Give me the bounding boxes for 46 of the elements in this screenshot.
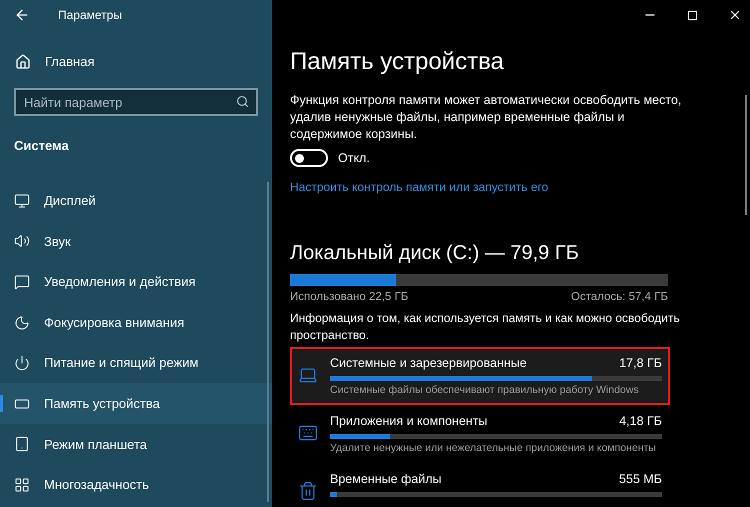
section-heading: Система	[13, 137, 70, 155]
sidebar-item[interactable]: Фокусировка внимания	[0, 302, 272, 343]
message-icon	[14, 274, 30, 290]
category-name: Системные и зарезервированные	[330, 355, 527, 371]
sidebar-item[interactable]: Питание и спящий режим	[0, 342, 272, 384]
storage-category[interactable]: Системные и зарезервированные 17,8 ГБ Системные файлы обеспечивают правильную работу Windows	[290, 347, 670, 405]
grid-icon	[14, 476, 30, 493]
category-size: 17,8 ГБ	[619, 355, 662, 371]
tablet-icon	[14, 436, 30, 452]
free-label: Осталось: 57,4 ГБ	[571, 290, 668, 305]
monitor-icon	[14, 192, 30, 209]
category-name: Временные файлы	[330, 471, 442, 487]
sidebar-item[interactable]: Режим планшета	[0, 424, 272, 465]
sidebar-item[interactable]: Память устройства	[0, 383, 272, 424]
back-button[interactable]	[14, 7, 30, 23]
info-text: Информация о том, как используется память и как можно освободить пространство.	[290, 310, 680, 344]
close-button[interactable]	[728, 8, 742, 22]
power-icon	[14, 355, 30, 372]
category-size: 555 МБ	[619, 471, 662, 487]
sidebar-item[interactable]: Дисплей	[0, 180, 272, 222]
sidebar-item[interactable]: Уведомления и действия	[0, 262, 272, 302]
speaker-icon	[14, 233, 30, 250]
window-title: Параметры	[58, 7, 122, 24]
sidebar-item[interactable]: Звук	[0, 221, 272, 262]
toggle-switch[interactable]	[290, 149, 328, 168]
category-hint: Удалите ненужные или нежелательные приложения и компоненты	[330, 441, 657, 456]
storage-category[interactable]: Приложения и компоненты 4,18 ГБ Удалите ненужные или нежелательные приложения и компоненты	[290, 405, 670, 463]
trash-icon	[298, 481, 318, 501]
moon-icon	[14, 314, 30, 331]
category-hint: Системные файлы обеспечивают правильную работу Windows	[330, 383, 640, 398]
keyboard-icon	[298, 423, 318, 443]
used-label: Использовано 22,5 ГБ	[290, 290, 408, 305]
disk-heading: Локальный диск (C:) — 79,9 ГБ	[290, 240, 580, 266]
settings-link[interactable]: Настроить контроль памяти или запустить его	[290, 178, 750, 196]
category-size: 4,18 ГБ	[619, 413, 662, 429]
storage-category[interactable]: Временные файлы 555 МБ	[290, 463, 670, 507]
home-icon	[15, 54, 31, 70]
toggle-label: Откл.	[338, 150, 370, 167]
description-text: Функция контроля памяти может автоматически освободить место, удалив ненужные файлы, например временные файлы и содержимое корзины.	[290, 92, 682, 143]
page-title: Память устройства	[290, 47, 505, 77]
home-item[interactable]: Главная	[0, 50, 272, 74]
search-field[interactable]: Найти параметр	[14, 88, 258, 116]
maximize-button[interactable]	[687, 10, 698, 20]
sidebar-item[interactable]: Многозадачность	[0, 464, 272, 506]
category-name: Приложения и компоненты	[330, 413, 488, 429]
search-icon	[236, 95, 249, 108]
